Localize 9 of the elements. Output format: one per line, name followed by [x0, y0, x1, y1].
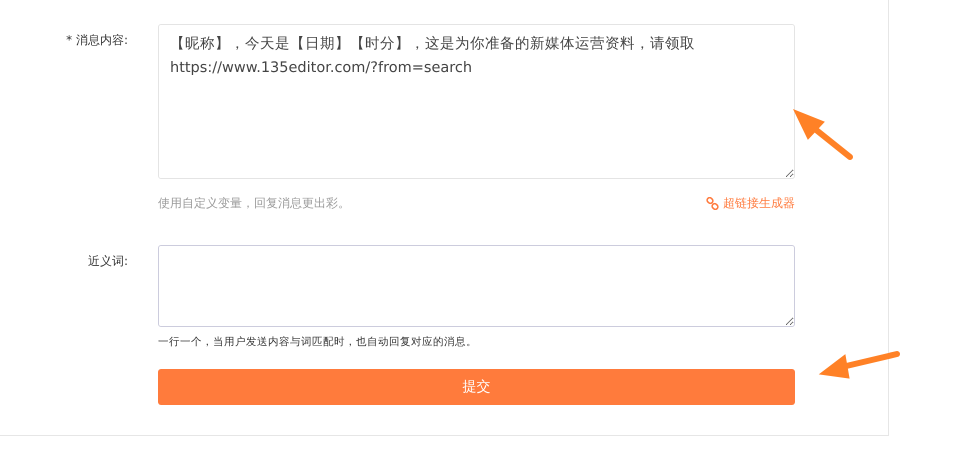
help-text: 使用自定义变量，回复消息更出彩。: [158, 195, 350, 212]
submit-button[interactable]: 提交: [158, 369, 795, 405]
link-generator-link[interactable]: 超链接生成器: [706, 195, 795, 212]
field-label: * 消息内容:: [66, 32, 128, 49]
help-text: 一行一个，当用户发送内容与词匹配时，也自动回复对应的消息。: [158, 335, 478, 349]
synonyms-field[interactable]: [158, 245, 795, 327]
field-label: 近义词:: [88, 253, 128, 270]
chain-link-icon: [706, 197, 719, 210]
message-content-field[interactable]: 【昵称】，今天是【日期】【时分】，这是为你准备的新媒体运营资料，请领取https://www.135editor.com/?from=search: [158, 24, 795, 179]
